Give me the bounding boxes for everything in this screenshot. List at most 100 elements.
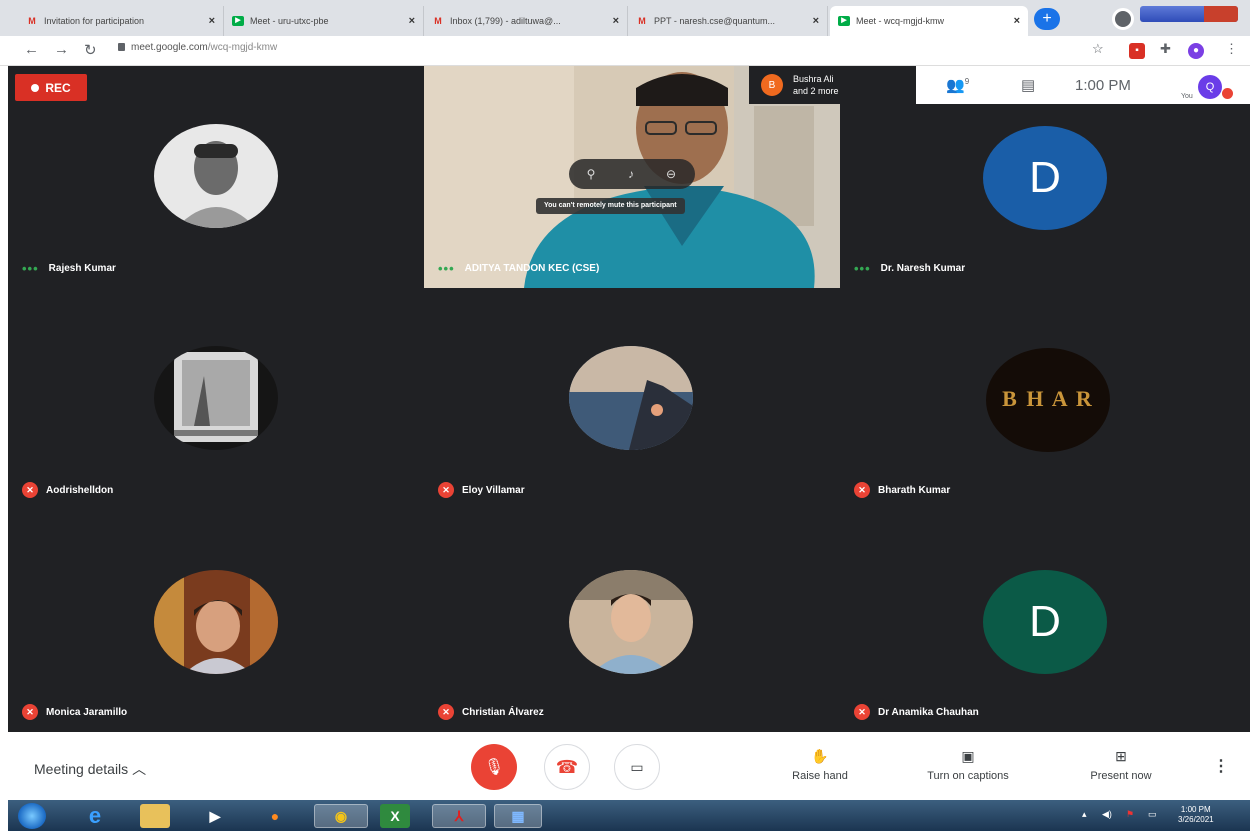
camera-toggle-button[interactable]: ▭: [614, 744, 660, 790]
taskbar-clock[interactable]: 1:00 PM 3/26/2021: [1178, 805, 1214, 825]
new-tab-button[interactable]: +: [1034, 8, 1060, 30]
window-controls[interactable]: [1140, 6, 1238, 22]
screenshot-tool-icon[interactable]: ▦: [494, 804, 542, 828]
window-close-button[interactable]: [1204, 6, 1238, 22]
media-player-icon[interactable]: ▶: [200, 804, 230, 828]
participant-tile[interactable]: ✕ Aodrishelldon: [8, 288, 422, 510]
captions-icon: ▣: [961, 748, 975, 764]
raise-hand-label: Raise hand: [792, 770, 848, 782]
mic-off-icon: ✕: [438, 482, 454, 498]
back-arrow-icon[interactable]: ←: [24, 41, 39, 58]
tab-title: Meet - uru-utxc-pbe: [250, 16, 329, 26]
tab-close-icon[interactable]: ×: [813, 15, 819, 27]
speaking-indicator-icon: •••: [438, 261, 455, 276]
avatar: D: [983, 570, 1107, 674]
leave-call-button[interactable]: ☎: [544, 744, 590, 790]
captions-button[interactable]: ▣ Turn on captions: [910, 748, 1026, 782]
speaking-indicator-icon: •••: [854, 261, 871, 276]
reload-icon[interactable]: ↻: [84, 41, 97, 59]
browser-tab-active[interactable]: ▶ Meet - wcq-mgjd-kmw ×: [830, 6, 1028, 36]
chrome-icon[interactable]: ◉: [314, 804, 368, 828]
notification-badge: [1222, 88, 1233, 99]
participant-tile[interactable]: D ✕ Dr Anamika Chauhan: [840, 510, 1250, 732]
participant-tile[interactable]: ✕ Christian Álvarez: [424, 510, 838, 732]
pdf-extension-icon[interactable]: ▪: [1129, 43, 1145, 59]
avatar: [154, 124, 278, 228]
mic-off-icon: ✕: [22, 482, 38, 498]
tab-close-icon[interactable]: ×: [409, 15, 415, 27]
mic-icon[interactable]: ♪: [621, 164, 641, 184]
folder-icon[interactable]: [140, 804, 170, 828]
browser-menu-icon[interactable]: ⋮: [1225, 41, 1238, 57]
meeting-details-button[interactable]: Meeting details ︿: [34, 759, 146, 779]
bookmark-star-icon[interactable]: ☆: [1092, 41, 1104, 57]
browser-tab[interactable]: M PPT - naresh.cse@quantum... ×: [628, 6, 828, 36]
url-field[interactable]: meet.google.com/wcq-mgjd-kmw: [118, 42, 277, 53]
screen: M Invitation for participation × ▶ Meet …: [0, 0, 1250, 831]
avatar: B: [761, 74, 783, 96]
browser-tab[interactable]: M Inbox (1,799) - adiltuwa@... ×: [424, 6, 628, 36]
participant-name: ✕ Dr Anamika Chauhan: [854, 704, 979, 720]
forward-arrow-icon[interactable]: →: [54, 41, 69, 58]
chip-line-1: Bushra Ali: [793, 74, 834, 84]
present-now-button[interactable]: ⊞ Present now: [1078, 748, 1164, 782]
network-icon[interactable]: ▭: [1148, 809, 1157, 820]
active-speakers-chip[interactable]: B Bushra Ali and 2 more: [749, 66, 916, 104]
present-icon: ⊞: [1115, 748, 1127, 764]
browser-tab[interactable]: ▶ Meet - uru-utxc-pbe ×: [224, 6, 424, 36]
participant-name: ••• Rajesh Kumar: [22, 261, 116, 276]
participant-tile[interactable]: ✕ Eloy Villamar: [424, 288, 838, 510]
tab-close-icon[interactable]: ×: [613, 15, 619, 27]
self-avatar[interactable]: Q: [1198, 75, 1222, 99]
lock-icon: [118, 43, 125, 51]
avatar-logo-text: B H A R: [1002, 386, 1094, 411]
tab-close-icon[interactable]: ×: [1014, 15, 1020, 27]
mic-off-icon: ✕: [22, 704, 38, 720]
tab-title: PPT - naresh.cse@quantum...: [654, 16, 776, 26]
camera-icon: ▭: [630, 758, 644, 775]
chat-icon[interactable]: ▤: [1021, 76, 1035, 94]
extensions-puzzle-icon[interactable]: ✚: [1160, 41, 1171, 57]
tab-title: Invitation for participation: [44, 16, 145, 26]
captions-label: Turn on captions: [927, 770, 1009, 782]
mic-toggle-button[interactable]: 🎙: [471, 744, 517, 790]
meeting-header: 👥9 ▤ 1:00 PM You Q: [916, 66, 1250, 104]
participant-name: ••• ADITYA TANDON KEC (CSE): [438, 261, 600, 276]
tab-title: Inbox (1,799) - adiltuwa@...: [450, 16, 561, 26]
avatar: D: [983, 126, 1107, 230]
firefox-icon[interactable]: ●: [260, 804, 290, 828]
pin-icon[interactable]: ⚲: [581, 164, 601, 184]
avatar: [154, 346, 278, 450]
start-button[interactable]: [18, 803, 46, 829]
participant-tile[interactable]: ✕ Monica Jaramillo: [8, 510, 422, 732]
browser-tab[interactable]: M Invitation for participation ×: [18, 6, 224, 36]
mic-off-icon: ✕: [438, 704, 454, 720]
profile-icon[interactable]: ●: [1188, 43, 1204, 59]
participant-tile[interactable]: B H A R ✕ Bharath Kumar: [840, 288, 1250, 510]
internet-explorer-icon[interactable]: e: [80, 803, 110, 828]
more-options-icon[interactable]: ⋮: [1213, 756, 1229, 776]
present-label: Present now: [1090, 770, 1152, 782]
gmail-icon: M: [638, 16, 646, 26]
volume-icon[interactable]: ◀): [1102, 809, 1112, 820]
participants-icon[interactable]: 👥9: [946, 76, 969, 94]
avatar: [154, 570, 278, 674]
tray-arrow-icon[interactable]: ▴: [1082, 809, 1087, 820]
excel-icon[interactable]: X: [380, 804, 410, 828]
flag-icon[interactable]: ⚑: [1126, 809, 1134, 820]
raise-hand-button[interactable]: ✋ Raise hand: [780, 748, 860, 782]
avatar: [569, 570, 693, 674]
avatar: [569, 346, 693, 450]
tab-close-icon[interactable]: ×: [209, 15, 215, 27]
browser-tab-strip: M Invitation for participation × ▶ Meet …: [0, 0, 1250, 36]
participant-name: ✕ Bharath Kumar: [854, 482, 950, 498]
participant-tile[interactable]: ••• Rajesh Kumar: [8, 66, 422, 288]
mic-off-icon: ✕: [854, 704, 870, 720]
url-path: /wcq-mgjd-kmw: [207, 42, 278, 53]
meeting-controls-bar: Meeting details ︿ 🎙 ☎ ▭ ✋ Raise hand ▣ Tur…: [8, 732, 1250, 800]
meeting-grid: REC ••• Rajesh Kumar ⚲ ♪ ⊖ You can't rem…: [8, 66, 1250, 732]
remove-icon[interactable]: ⊖: [661, 164, 681, 184]
profile-avatar-icon[interactable]: [1112, 8, 1134, 30]
speaking-indicator-icon: •••: [22, 261, 39, 276]
acrobat-icon[interactable]: ⅄: [432, 804, 486, 828]
